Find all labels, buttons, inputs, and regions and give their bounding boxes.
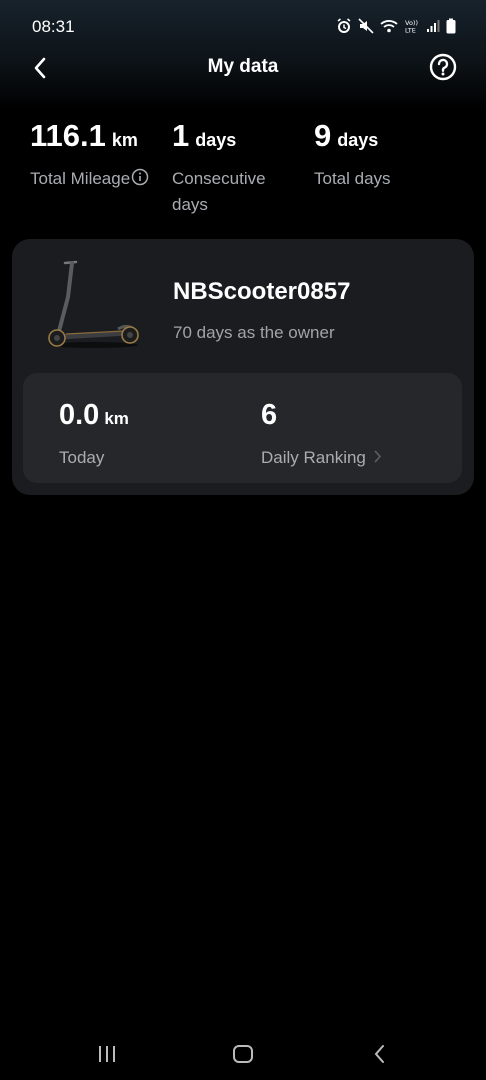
mileage-label-row: Total Mileage: [30, 166, 149, 194]
volte-icon: Vo)) LTE: [404, 18, 420, 34]
app-header: My data: [0, 48, 486, 86]
stats-row: 116.1 km Total Mileage 1 days Consecutiv…: [0, 118, 486, 218]
ranking-value: 6: [261, 399, 278, 431]
scooter-image: [46, 259, 142, 351]
help-button[interactable]: [428, 52, 458, 82]
alarm-icon: [336, 18, 352, 34]
consecutive-label: Consecutive days: [172, 169, 266, 214]
device-name: NBScooter0857: [173, 278, 351, 305]
status-icons: Vo)) LTE: [336, 18, 456, 34]
ranking-label-row: Daily Ranking: [261, 448, 382, 468]
question-circle-icon: [429, 53, 457, 81]
today-metric: 0.0 km Today: [59, 399, 129, 468]
stat-total-days: 9 days Total days: [314, 118, 391, 192]
daily-ranking-link[interactable]: 6 Daily Ranking: [261, 399, 382, 468]
mileage-label: Total Mileage: [30, 169, 131, 188]
chevron-right-icon: [374, 448, 382, 468]
consecutive-value: 1: [172, 118, 190, 153]
recent-apps-button[interactable]: [92, 1042, 122, 1066]
total-days-value: 9: [314, 118, 332, 153]
mileage-unit: km: [111, 130, 138, 150]
today-stats-panel: 0.0 km Today 6 Daily Ranking: [23, 373, 462, 483]
system-back-button[interactable]: [364, 1042, 394, 1066]
today-value: 0.0: [59, 399, 100, 431]
today-unit: km: [104, 409, 129, 428]
owner-duration: 70 days as the owner: [173, 323, 335, 342]
back-arrow-icon: [374, 1045, 384, 1063]
system-nav-bar: [0, 1030, 486, 1080]
status-bar: 08:31 Vo)) LTE: [0, 0, 486, 52]
today-label: Today: [59, 448, 105, 467]
home-button[interactable]: [228, 1042, 258, 1066]
recent-apps-icon: [99, 1046, 115, 1062]
page-title: My data: [207, 56, 279, 77]
total-days-label: Total days: [314, 169, 391, 188]
svg-text:LTE: LTE: [405, 27, 416, 35]
wifi-icon: [380, 19, 398, 33]
status-time: 08:31: [32, 17, 75, 36]
device-card[interactable]: NBScooter0857 70 days as the owner 0.0 k…: [12, 239, 474, 495]
home-icon: [233, 1045, 253, 1063]
stat-total-mileage: 116.1 km Total Mileage: [30, 118, 149, 194]
total-days-unit: days: [337, 130, 379, 150]
consecutive-unit: days: [195, 130, 237, 150]
mute-icon: [358, 18, 374, 34]
stat-consecutive-days: 1 days Consecutive days: [172, 118, 292, 218]
mileage-value: 116.1: [30, 118, 106, 153]
battery-icon: [446, 18, 456, 34]
info-icon[interactable]: [131, 168, 149, 194]
ranking-label: Daily Ranking: [261, 448, 366, 467]
signal-icon: [426, 19, 440, 33]
